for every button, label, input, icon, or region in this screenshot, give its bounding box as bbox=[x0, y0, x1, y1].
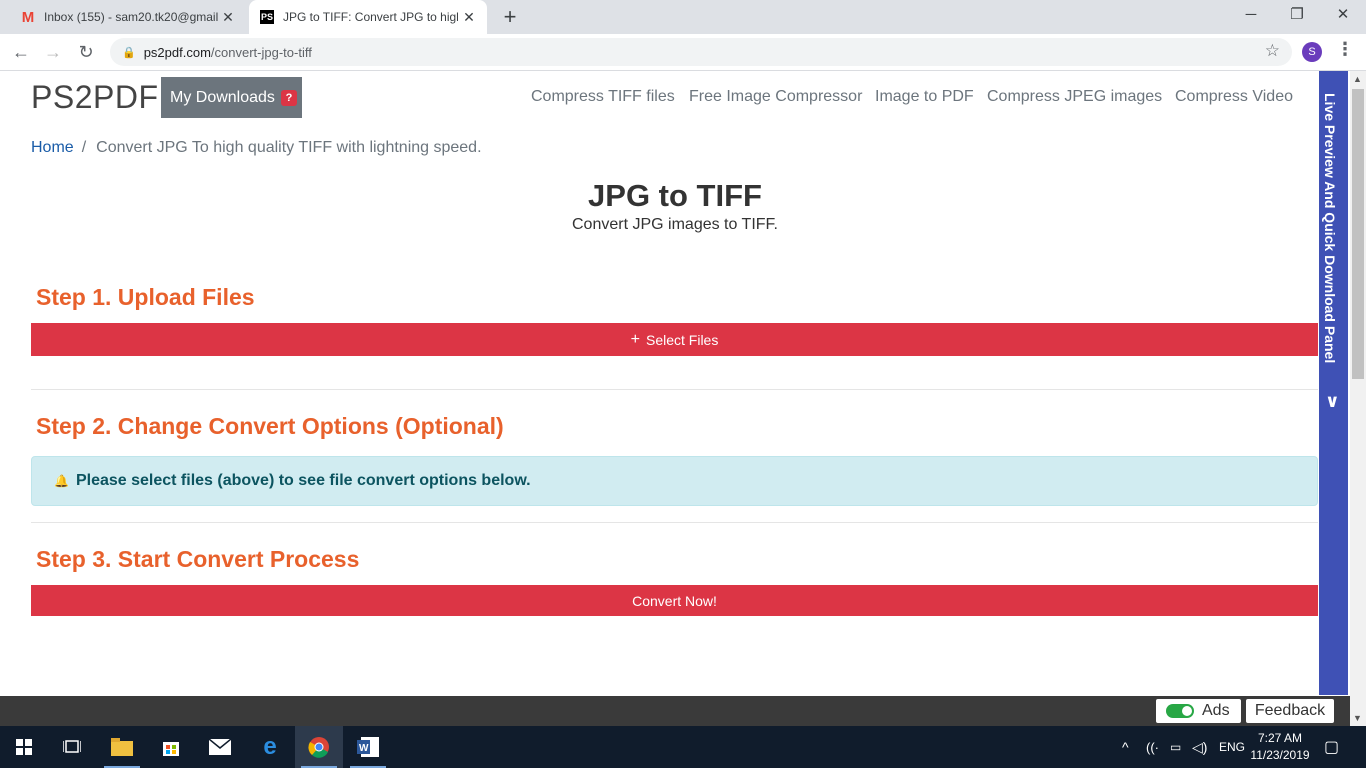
chrome-menu-icon[interactable]: ⋮ bbox=[1336, 39, 1354, 60]
notifications-icon[interactable]: ▢ bbox=[1324, 726, 1339, 768]
clock-time: 7:27 AM bbox=[1257, 731, 1303, 745]
browser-tab-strip: M Inbox (155) - sam20.tk20@gmail.com ✕ P… bbox=[0, 0, 1366, 34]
language-indicator[interactable]: ENG bbox=[1219, 726, 1245, 768]
mail-icon[interactable] bbox=[196, 726, 244, 768]
divider bbox=[31, 389, 1318, 390]
task-view-icon[interactable] bbox=[48, 726, 96, 768]
svg-text:W: W bbox=[359, 743, 369, 754]
feedback-button[interactable]: Feedback bbox=[1246, 699, 1334, 723]
step2-heading: Step 2. Change Convert Options (Optional… bbox=[36, 413, 504, 439]
windows-taskbar: e W ^ ((· ▭ ◁) ENG 7:27 AM 11/23/2019 ▢ bbox=[0, 726, 1366, 768]
close-tab-icon[interactable]: ✕ bbox=[220, 9, 236, 26]
wifi-icon[interactable]: ((· bbox=[1146, 726, 1159, 768]
battery-icon[interactable]: ▭ bbox=[1170, 726, 1181, 768]
close-window-button[interactable]: ✕ bbox=[1320, 4, 1366, 30]
help-badge: ? bbox=[280, 89, 297, 106]
select-files-label: Select Files bbox=[645, 331, 719, 348]
chevron-down-icon: ∨ bbox=[1325, 391, 1340, 411]
tab-gmail[interactable]: M Inbox (155) - sam20.tk20@gmail.com ✕ bbox=[10, 0, 246, 34]
close-tab-icon[interactable]: ✕ bbox=[461, 9, 477, 26]
breadcrumb-current: Convert JPG To high quality TIFF with li… bbox=[96, 139, 482, 156]
breadcrumb-home[interactable]: Home bbox=[31, 139, 74, 156]
minimize-button[interactable]: ─ bbox=[1228, 4, 1274, 30]
bookmark-star-icon[interactable]: ☆ bbox=[1265, 41, 1280, 61]
bell-icon: 🔔 bbox=[54, 474, 69, 488]
step1-heading: Step 1. Upload Files bbox=[36, 284, 255, 310]
nav-compress-tiff[interactable]: Compress TIFF files bbox=[531, 88, 675, 106]
breadcrumb-separator: / bbox=[81, 139, 87, 156]
url-domain: ps2pdf.com bbox=[143, 44, 211, 60]
nav-image-to-pdf[interactable]: Image to PDF bbox=[875, 88, 974, 106]
lock-icon: 🔒 bbox=[122, 46, 136, 59]
show-hidden-icons[interactable]: ^ bbox=[1122, 726, 1129, 768]
plus-icon: + bbox=[630, 330, 640, 348]
info-alert: 🔔 Please select files (above) to see fil… bbox=[31, 456, 1318, 506]
gmail-icon: M bbox=[21, 8, 35, 26]
edge-icon[interactable]: e bbox=[246, 726, 294, 768]
profile-avatar[interactable]: S bbox=[1302, 42, 1322, 62]
convert-now-button[interactable]: Convert Now! bbox=[31, 585, 1318, 616]
side-panel-label: Live Preview And Quick Download Panel bbox=[1322, 93, 1338, 364]
restore-button[interactable]: ❐ bbox=[1274, 4, 1320, 30]
scroll-down-icon[interactable]: ▼ bbox=[1353, 713, 1362, 723]
bottom-bar: Ads Feedback bbox=[0, 696, 1350, 726]
live-preview-panel-toggle[interactable]: Live Preview And Quick Download Panel ∨ bbox=[1319, 71, 1348, 695]
tab-title: Inbox (155) - sam20.tk20@gmail.com bbox=[44, 10, 219, 24]
word-icon[interactable]: W bbox=[344, 726, 392, 768]
page-subtitle: Convert JPG images to TIFF. bbox=[572, 216, 778, 233]
scrollbar-thumb[interactable] bbox=[1352, 89, 1364, 379]
divider bbox=[31, 522, 1318, 523]
site-logo[interactable]: PS2PDF bbox=[31, 79, 158, 116]
ads-toggle[interactable]: Ads bbox=[1156, 699, 1241, 723]
address-bar[interactable]: 🔒 ps2pdf.com/convert-jpg-to-tiff ☆ bbox=[110, 38, 1292, 66]
windows-start-icon[interactable] bbox=[0, 726, 48, 768]
page-content: PS2PDF My Downloads ? Compress TIFF file… bbox=[0, 71, 1352, 696]
store-icon[interactable] bbox=[147, 726, 195, 768]
ads-label: Ads bbox=[1202, 702, 1230, 719]
chrome-icon[interactable] bbox=[295, 726, 343, 768]
system-clock[interactable]: 7:27 AM 11/23/2019 bbox=[1248, 730, 1312, 764]
step3-heading: Step 3. Start Convert Process bbox=[36, 546, 360, 572]
file-explorer-icon[interactable] bbox=[98, 726, 146, 768]
scroll-up-icon[interactable]: ▲ bbox=[1353, 74, 1362, 84]
volume-icon[interactable]: ◁) bbox=[1192, 726, 1207, 768]
convert-now-label: Convert Now! bbox=[632, 592, 717, 609]
alert-text: Please select files (above) to see file … bbox=[75, 472, 531, 489]
new-tab-button[interactable]: + bbox=[498, 4, 522, 30]
reload-button[interactable]: ↻ bbox=[73, 39, 99, 65]
url-path: /convert-jpg-to-tiff bbox=[210, 44, 312, 60]
nav-free-image-compressor[interactable]: Free Image Compressor bbox=[689, 88, 862, 106]
tab-title: JPG to TIFF: Convert JPG to high quality bbox=[283, 10, 458, 24]
ps2pdf-icon: PS bbox=[259, 9, 275, 25]
back-button[interactable]: ← bbox=[8, 39, 34, 65]
select-files-button[interactable]: + Select Files bbox=[31, 323, 1318, 356]
clock-date: 11/23/2019 bbox=[1250, 748, 1310, 762]
toggle-switch-icon bbox=[1166, 704, 1194, 718]
my-downloads-label: My Downloads bbox=[170, 88, 275, 106]
tab-jpg-to-tiff[interactable]: PS JPG to TIFF: Convert JPG to high qual… bbox=[249, 0, 487, 34]
nav-compress-jpeg[interactable]: Compress JPEG images bbox=[987, 88, 1162, 106]
page-scrollbar[interactable]: ▲ ▼ bbox=[1350, 71, 1366, 726]
page-title: JPG to TIFF bbox=[588, 178, 762, 213]
breadcrumb: Home / Convert JPG To high quality TIFF wi… bbox=[31, 139, 482, 157]
my-downloads-button[interactable]: My Downloads ? bbox=[161, 77, 302, 118]
nav-compress-video[interactable]: Compress Video bbox=[1175, 88, 1293, 106]
forward-button[interactable]: → bbox=[40, 39, 66, 65]
browser-toolbar: ← → ↻ 🔒 ps2pdf.com/convert-jpg-to-tiff ☆… bbox=[0, 34, 1366, 71]
